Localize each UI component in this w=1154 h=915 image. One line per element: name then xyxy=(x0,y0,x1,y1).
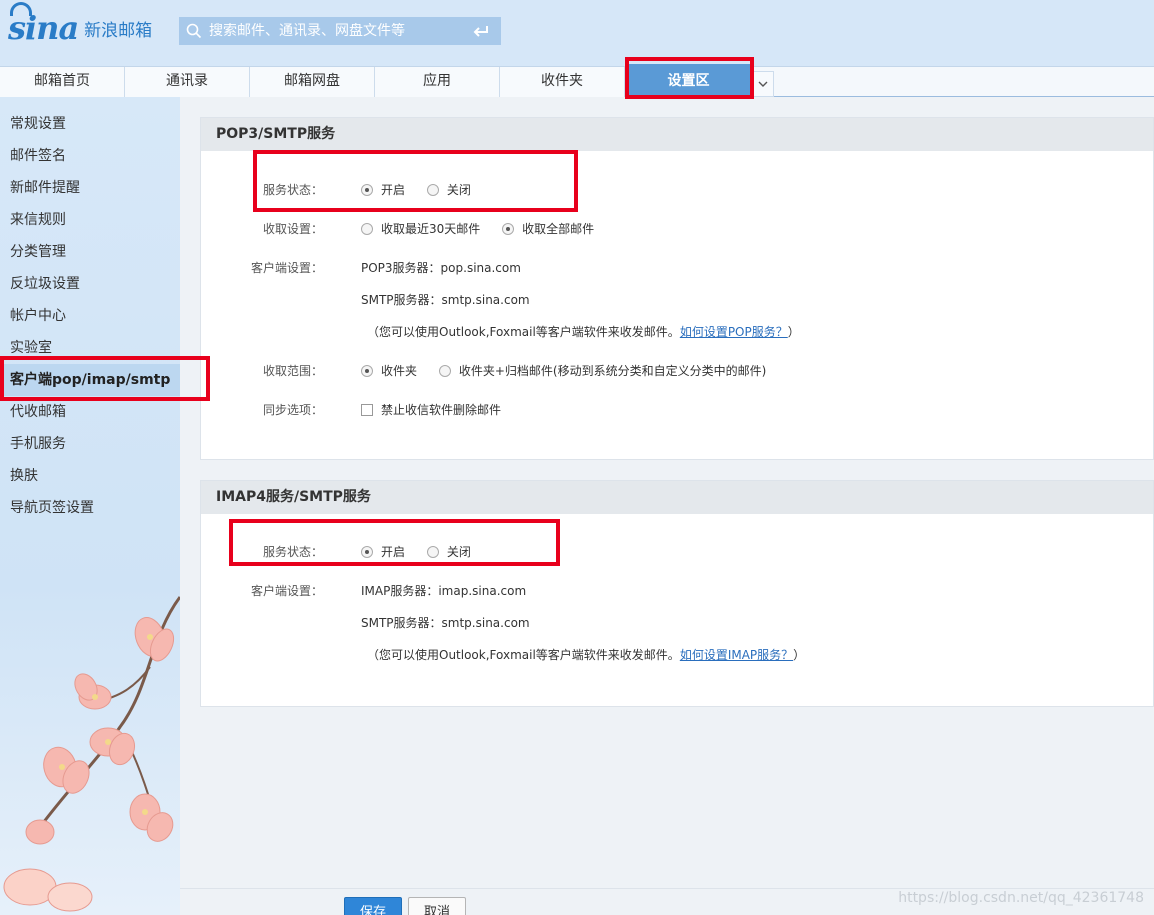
radio-checked-icon[interactable] xyxy=(502,223,515,235)
radio-unchecked-icon[interactable] xyxy=(361,223,373,235)
logo-eye-icon xyxy=(10,2,32,16)
sidebar-item-skin[interactable]: 换肤 xyxy=(0,460,180,492)
sidebar-item-nav-tabs[interactable]: 导航页签设置 xyxy=(0,492,180,524)
sidebar-item-rules[interactable]: 来信规则 xyxy=(0,204,180,236)
cancel-button[interactable]: 取消 xyxy=(408,897,466,915)
main-nav: 邮箱首页 通讯录 邮箱网盘 应用 收件夹 设置区 xyxy=(0,64,1154,97)
search-icon[interactable] xyxy=(179,17,209,45)
sidebar-item-fetch-mailbox[interactable]: 代收邮箱 xyxy=(0,396,180,428)
search-box xyxy=(179,17,501,45)
radio-unchecked-icon[interactable] xyxy=(438,365,451,377)
magnolia-decoration xyxy=(3,596,180,912)
imap-client-setting-label: 客户端设置： xyxy=(250,584,323,598)
imap-server-text: IMAP服务器：imap.sina.com xyxy=(361,584,527,598)
pop3-smtp-panel: POP3/SMTP服务 服务状态： 开启 关闭 收取设置： 收取最近30天邮件 … xyxy=(200,117,1154,460)
imap-smtp-panel: IMAP4服务/SMTP服务 服务状态： 开启 关闭 客户端设置： IMAP服务… xyxy=(200,480,1154,707)
fetch-setting-label: 收取设置： xyxy=(262,222,323,236)
client-setting-label: 客户端设置： xyxy=(250,261,323,275)
save-button[interactable]: 保存 xyxy=(344,897,402,915)
search-input[interactable] xyxy=(209,23,461,39)
sidebar-item-anti-spam[interactable]: 反垃圾设置 xyxy=(0,268,180,300)
tab-apps[interactable]: 应用 xyxy=(375,67,500,97)
fetch-range-label: 收取范围： xyxy=(262,364,323,378)
tab-inbox[interactable]: 收件夹 xyxy=(500,67,625,97)
tab-settings[interactable]: 设置区 xyxy=(627,64,750,97)
settings-sidebar: 常规设置 邮件签名 新邮件提醒 来信规则 分类管理 反垃圾设置 帐户中心 实验室… xyxy=(0,97,180,915)
chevron-down-icon[interactable] xyxy=(752,71,774,97)
sidebar-item-account[interactable]: 帐户中心 xyxy=(0,300,180,332)
enter-icon[interactable] xyxy=(461,17,501,45)
action-bar: 保存 取消 https://blog.csdn.net/qq_42361748 xyxy=(180,888,1154,915)
tab-mail-home[interactable]: 邮箱首页 xyxy=(0,67,125,97)
imap-help-link[interactable]: 如何设置IMAP服务？ xyxy=(680,648,793,662)
sidebar-item-signature[interactable]: 邮件签名 xyxy=(0,140,180,172)
radio-checked-icon[interactable] xyxy=(361,546,373,558)
radio-unchecked-icon[interactable] xyxy=(426,546,439,558)
pop3-help-note: （您可以使用Outlook,Foxmail等客户端软件来收发邮件。如何设置POP… xyxy=(367,325,800,339)
radio-unchecked-icon[interactable] xyxy=(426,184,439,196)
sidebar-item-mobile[interactable]: 手机服务 xyxy=(0,428,180,460)
pop3-status-label: 服务状态： xyxy=(262,183,323,197)
header: sina 新浪邮箱 xyxy=(0,0,1154,66)
fetch-recent-option[interactable]: 收取最近30天邮件 xyxy=(361,222,480,236)
pop-help-link[interactable]: 如何设置POP服务？ xyxy=(680,325,788,339)
imap-help-note-row: （您可以使用Outlook,Foxmail等客户端软件来收发邮件。如何设置IMA… xyxy=(201,645,1141,665)
checkbox-unchecked-icon[interactable] xyxy=(361,404,373,416)
tab-contacts[interactable]: 通讯录 xyxy=(125,67,250,97)
imap-status-off-option[interactable]: 关闭 xyxy=(426,545,471,559)
imap-service-status-row: 服务状态： 开启 关闭 xyxy=(201,542,1141,562)
range-inbox-option[interactable]: 收件夹 xyxy=(361,364,417,378)
pop3-sync-row: 同步选项： 禁止收信软件删除邮件 xyxy=(201,400,1141,420)
sync-label: 同步选项： xyxy=(262,403,323,417)
pop3-panel-title: POP3/SMTP服务 xyxy=(201,118,1153,151)
pop3-fetch-range-row: 收取范围： 收件夹 收件夹+归档邮件(移动到系统分类和自定义分类中的邮件) xyxy=(201,361,1141,381)
pop3-status-off-option[interactable]: 关闭 xyxy=(426,183,471,197)
imap-client-setting-row: 客户端设置： IMAP服务器：imap.sina.com xyxy=(201,581,1141,601)
tab-netdisk[interactable]: 邮箱网盘 xyxy=(250,67,375,97)
logo-text: 新浪邮箱 xyxy=(84,20,153,41)
sync-prevent-delete-option[interactable]: 禁止收信软件删除邮件 xyxy=(361,403,501,417)
pop3-server-text: POP3服务器：pop.sina.com xyxy=(361,261,521,275)
smtp-server-text: SMTP服务器：smtp.sina.com xyxy=(361,293,530,307)
pop3-status-on-option[interactable]: 开启 xyxy=(361,183,405,197)
radio-checked-icon[interactable] xyxy=(361,184,373,196)
sidebar-item-categories[interactable]: 分类管理 xyxy=(0,236,180,268)
imap-status-on-option[interactable]: 开启 xyxy=(361,545,405,559)
imap-help-note: （您可以使用Outlook,Foxmail等客户端软件来收发邮件。如何设置IMA… xyxy=(367,648,806,662)
imap-panel-title: IMAP4服务/SMTP服务 xyxy=(201,481,1153,514)
sidebar-item-lab[interactable]: 实验室 xyxy=(0,332,180,364)
pop3-fetch-setting-row: 收取设置： 收取最近30天邮件 收取全部邮件 xyxy=(201,219,1141,239)
pop3-smtp-server-row: SMTP服务器：smtp.sina.com xyxy=(201,290,1141,310)
range-archive-option[interactable]: 收件夹+归档邮件(移动到系统分类和自定义分类中的邮件) xyxy=(438,364,766,378)
imap-smtp-server-row: SMTP服务器：smtp.sina.com xyxy=(201,613,1141,633)
pop3-service-status-row: 服务状态： 开启 关闭 xyxy=(201,180,1141,200)
imap-smtp-server-text: SMTP服务器：smtp.sina.com xyxy=(361,616,530,630)
settings-main: POP3/SMTP服务 服务状态： 开启 关闭 收取设置： 收取最近30天邮件 … xyxy=(180,97,1154,915)
radio-checked-icon[interactable] xyxy=(361,365,373,377)
imap-status-label: 服务状态： xyxy=(262,545,323,559)
pop3-client-setting-row: 客户端设置： POP3服务器：pop.sina.com xyxy=(201,258,1141,278)
sidebar-item-new-mail-alert[interactable]: 新邮件提醒 xyxy=(0,172,180,204)
sidebar-item-client-pop-imap-smtp[interactable]: 客户端pop/imap/smtp xyxy=(0,364,180,396)
pop3-help-note-row: （您可以使用Outlook,Foxmail等客户端软件来收发邮件。如何设置POP… xyxy=(201,322,1141,342)
watermark: https://blog.csdn.net/qq_42361748 xyxy=(898,890,1144,906)
sina-mail-logo[interactable]: sina 新浪邮箱 xyxy=(8,2,153,50)
sidebar-item-general[interactable]: 常规设置 xyxy=(0,108,180,140)
fetch-all-option[interactable]: 收取全部邮件 xyxy=(502,222,594,236)
